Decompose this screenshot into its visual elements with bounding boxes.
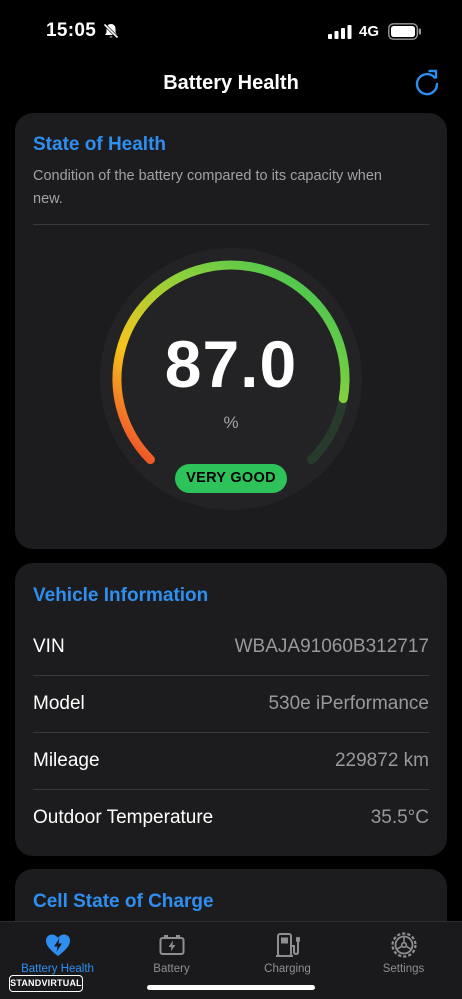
outdoor-temperature-label: Outdoor Temperature	[33, 807, 214, 828]
heart-bolt-icon	[46, 934, 70, 956]
info-row-model: Model 530e iPerformance	[33, 676, 429, 733]
tab-settings[interactable]: Settings	[346, 922, 461, 982]
state-of-health-title: State of Health	[33, 134, 167, 155]
battery-icon	[159, 935, 185, 955]
tab-label: Battery	[153, 963, 190, 975]
info-row-mileage: Mileage 229872 km	[33, 733, 429, 790]
watermark-logo: STANDVIRTUAL	[9, 975, 83, 992]
charging-station-icon	[276, 933, 300, 957]
mileage-label: Mileage	[33, 750, 100, 771]
tab-battery[interactable]: Battery	[114, 922, 229, 982]
outdoor-temperature-value: 35.5°C	[370, 807, 429, 828]
divider	[33, 224, 429, 225]
info-row-outdoor-temperature: Outdoor Temperature 35.5°C	[33, 790, 429, 847]
state-of-health-card: State of Health Condition of the battery…	[15, 113, 447, 549]
network-label: 4G	[359, 23, 380, 40]
vehicle-information-card: Vehicle Information VIN WBAJA91060B31271…	[15, 563, 447, 856]
home-indicator	[147, 985, 315, 990]
model-label: Model	[33, 693, 85, 714]
battery-status-icon	[388, 23, 421, 40]
tab-charging[interactable]: Charging	[230, 922, 345, 982]
status-bar: 15:05 4G	[0, 0, 462, 62]
status-time: 15:05	[46, 20, 97, 41]
page-title: Battery Health	[163, 72, 299, 94]
mileage-value: 229872 km	[334, 750, 429, 771]
info-row-vin: VIN WBAJA91060B312717	[33, 619, 429, 676]
tab-label: Settings	[382, 963, 425, 975]
cell-state-of-charge-title: Cell State of Charge	[33, 891, 214, 912]
signal-icon	[328, 25, 352, 39]
health-unit: %	[223, 413, 239, 432]
vin-label: VIN	[33, 636, 65, 657]
model-value: 530e iPerformance	[268, 693, 429, 714]
tab-label: Charging	[264, 963, 311, 975]
tab-label: Battery Health	[21, 963, 94, 975]
health-percentage: 87.0	[164, 327, 298, 401]
refresh-icon[interactable]	[412, 68, 442, 98]
state-of-health-description: Condition of the battery compared to its…	[33, 168, 382, 207]
vin-value: WBAJA91060B312717	[234, 636, 429, 657]
status-badge: VERY GOOD	[175, 464, 287, 493]
gear-icon	[391, 932, 417, 958]
vehicle-information-title: Vehicle Information	[33, 585, 209, 606]
bell-muted-icon	[103, 23, 119, 39]
tab-battery-health[interactable]: Battery Health	[0, 922, 115, 982]
